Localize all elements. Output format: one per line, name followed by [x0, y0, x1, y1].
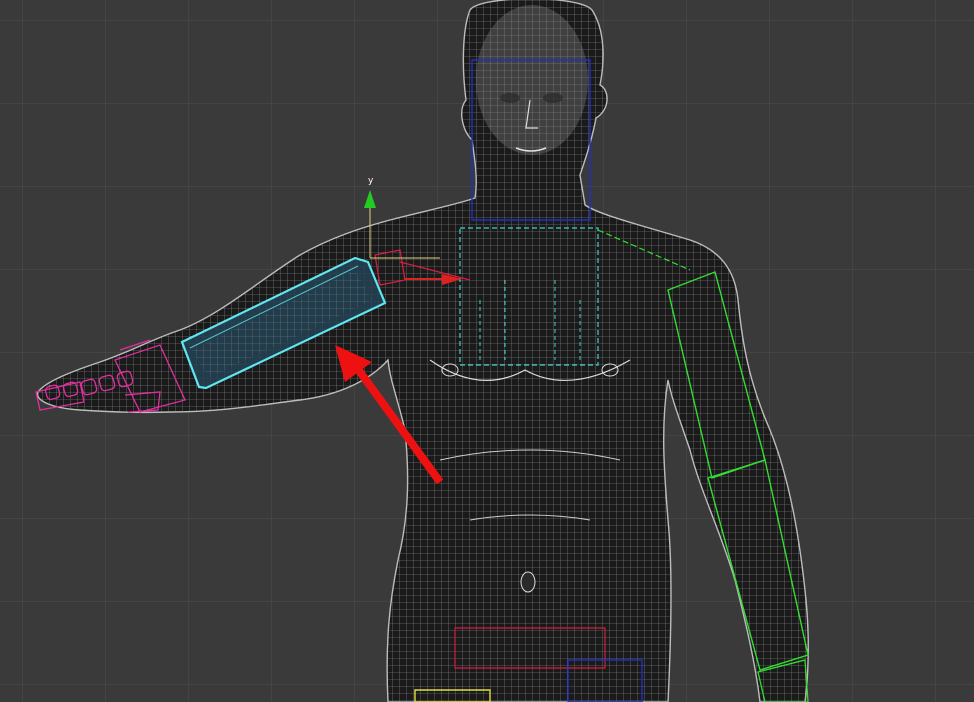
viewport-canvas[interactable]: y: [0, 0, 974, 702]
3d-viewport[interactable]: y: [0, 0, 974, 702]
gizmo-y-label: y: [368, 176, 374, 186]
